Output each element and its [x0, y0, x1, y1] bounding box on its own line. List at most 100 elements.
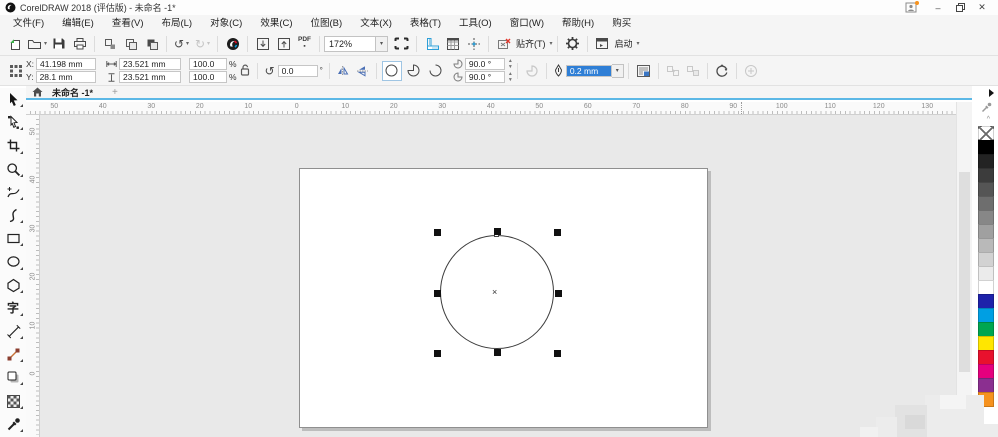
freehand-tool[interactable]	[0, 181, 26, 204]
swatch-60-black[interactable]	[978, 196, 994, 211]
save-button[interactable]	[49, 34, 68, 53]
print-button[interactable]	[70, 34, 89, 53]
object-center-marker[interactable]: ×	[492, 287, 497, 297]
mirror-vertical-icon[interactable]	[356, 65, 369, 77]
account-icon[interactable]	[905, 2, 917, 13]
horizontal-ruler[interactable]: 5040302010010203040506070809010011012013…	[26, 102, 972, 115]
snap-off-icon[interactable]	[494, 34, 513, 53]
selection-handle-top-right[interactable]	[554, 229, 561, 236]
menu-table[interactable]: 表格(T)	[401, 15, 450, 32]
selection-handle-middle-right[interactable]	[555, 290, 562, 297]
palette-eyedropper-icon[interactable]	[981, 102, 992, 113]
launch-window-icon[interactable]	[593, 34, 612, 53]
polygon-tool[interactable]	[0, 274, 26, 297]
redo-button[interactable]: ↻▾	[193, 34, 212, 53]
selection-handle-middle-left[interactable]	[434, 290, 441, 297]
menu-layout[interactable]: 布局(L)	[152, 15, 201, 32]
export-button[interactable]	[274, 34, 293, 53]
menu-view[interactable]: 查看(V)	[103, 15, 153, 32]
pie-mode-button[interactable]	[404, 61, 424, 81]
arc-mode-button[interactable]	[426, 61, 446, 81]
vertical-scrollbar-thumb[interactable]	[959, 172, 970, 372]
bezier-curve-tool[interactable]	[0, 204, 26, 227]
mirror-horizontal-icon[interactable]	[337, 65, 350, 77]
transparency-tool[interactable]	[0, 389, 26, 412]
menu-edit[interactable]: 编辑(E)	[53, 15, 103, 32]
object-width-field[interactable]: 23.521 mm	[119, 58, 181, 70]
menu-object[interactable]: 对象(C)	[201, 15, 251, 32]
selection-handle-top-left[interactable]	[434, 229, 441, 236]
document-tab-active[interactable]: 未命名 -1*	[47, 86, 98, 99]
drop-shadow-tool[interactable]	[0, 366, 26, 389]
swatch-blue[interactable]	[978, 294, 994, 309]
rotation-angle-field[interactable]: 0.0	[278, 65, 318, 77]
outline-width-dropdown-icon[interactable]: ▾	[612, 64, 624, 78]
paste-icon[interactable]	[142, 34, 161, 53]
x-position-field[interactable]: 41.198 mm	[36, 58, 96, 70]
scale-x-field[interactable]: 100.0	[189, 58, 227, 70]
menu-buy[interactable]: 购买	[603, 15, 640, 32]
palette-scroll-up-icon[interactable]: ^	[987, 116, 990, 123]
dimension-tool[interactable]	[0, 320, 26, 343]
import-button[interactable]	[253, 34, 272, 53]
cut-icon[interactable]	[100, 34, 119, 53]
swatch-green[interactable]	[978, 322, 994, 337]
swatch-no-color[interactable]	[978, 126, 994, 141]
menu-text[interactable]: 文本(X)	[351, 15, 401, 32]
swatch-80-black[interactable]	[978, 168, 994, 183]
palette-flyout-icon[interactable]	[989, 89, 994, 97]
launch-label[interactable]: 启动	[615, 37, 633, 50]
crop-tool[interactable]	[0, 134, 26, 157]
end-angle-field[interactable]: 90.0 °	[465, 71, 505, 83]
object-height-field[interactable]: 23.521 mm	[119, 71, 181, 83]
search-content-icon[interactable]	[223, 34, 242, 53]
swatch-90-black[interactable]	[978, 154, 994, 169]
snap-to-label[interactable]: 贴齐(T)	[516, 37, 546, 50]
wrap-text-icon[interactable]	[636, 64, 651, 78]
zoom-level-combobox[interactable]: 172%	[324, 36, 376, 52]
swatch-10-black[interactable]	[978, 266, 994, 281]
options-gear-icon[interactable]	[563, 34, 582, 53]
new-document-button[interactable]	[6, 34, 25, 53]
snap-to-dropdown-icon[interactable]: ▾	[550, 40, 553, 47]
vertical-scrollbar[interactable]	[956, 102, 972, 437]
y-position-field[interactable]: 28.1 mm	[36, 71, 96, 83]
menu-file[interactable]: 文件(F)	[4, 15, 53, 32]
selection-handle-bottom-middle[interactable]	[494, 349, 501, 356]
connector-tool[interactable]	[0, 343, 26, 366]
convert-to-curve-icon[interactable]	[715, 64, 729, 78]
zoom-level-dropdown-icon[interactable]: ▾	[376, 36, 388, 52]
end-angle-spinner[interactable]: ▲▼	[508, 72, 513, 82]
rectangle-tool[interactable]	[0, 227, 26, 250]
show-guidelines-button[interactable]	[464, 34, 483, 53]
ellipse-mode-button[interactable]	[382, 61, 402, 81]
menu-bitmaps[interactable]: 位图(B)	[302, 15, 352, 32]
copy-icon[interactable]	[121, 34, 140, 53]
restore-button[interactable]	[949, 1, 971, 14]
swatch-50-black[interactable]	[978, 210, 994, 225]
menu-tools[interactable]: 工具(O)	[450, 15, 501, 32]
minimize-button[interactable]: –	[927, 1, 949, 14]
home-icon[interactable]	[32, 87, 43, 97]
vertical-ruler[interactable]: 50 40 30 20 10 0	[26, 115, 40, 437]
swatch-70-black[interactable]	[978, 182, 994, 197]
show-rulers-button[interactable]	[422, 34, 441, 53]
menu-window[interactable]: 窗口(W)	[501, 15, 553, 32]
menu-help[interactable]: 帮助(H)	[553, 15, 603, 32]
undo-button[interactable]: ↺▾	[172, 34, 191, 53]
lock-ratio-icon[interactable]	[240, 64, 250, 77]
publish-pdf-button[interactable]: PDF▪	[295, 34, 314, 53]
swatch-40-black[interactable]	[978, 224, 994, 239]
start-angle-field[interactable]: 90.0 °	[465, 58, 505, 70]
fullscreen-preview-button[interactable]	[392, 34, 411, 53]
swatch-30-black[interactable]	[978, 238, 994, 253]
new-tab-button[interactable]: +	[112, 87, 118, 98]
launch-dropdown-icon[interactable]: ▾	[637, 40, 640, 47]
swatch-black[interactable]	[978, 140, 994, 155]
swatch-purple[interactable]	[978, 378, 994, 393]
start-angle-spinner[interactable]: ▲▼	[508, 59, 513, 69]
selection-handle-bottom-left[interactable]	[434, 350, 441, 357]
swatch-white[interactable]	[978, 280, 994, 295]
outline-width-field[interactable]: 0.2 mm	[566, 65, 612, 77]
color-eyedropper-tool[interactable]	[0, 413, 26, 436]
